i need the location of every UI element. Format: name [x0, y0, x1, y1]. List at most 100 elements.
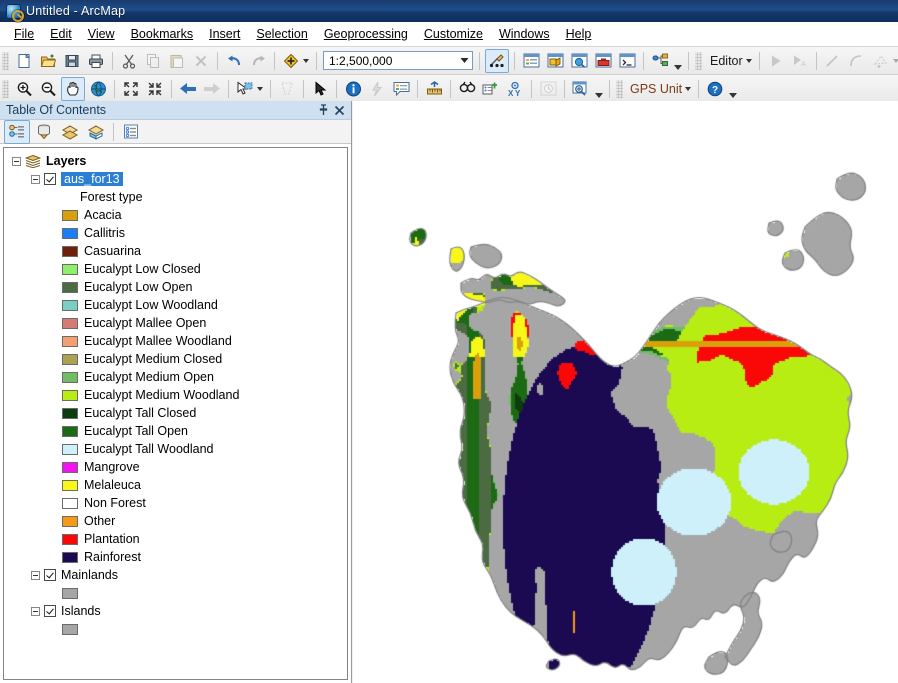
measure-icon[interactable]	[423, 78, 445, 100]
go-back-extent-icon[interactable]	[177, 78, 199, 100]
menu-file[interactable]: File	[6, 24, 42, 44]
menu-edit[interactable]: Edit	[42, 24, 80, 44]
legend-item[interactable]: Plantation	[4, 530, 347, 548]
legend-item[interactable]: Eucalypt Mallee Open	[4, 314, 347, 332]
help-icon[interactable]: ?	[704, 78, 726, 100]
tools-toolbar-grip[interactable]	[2, 79, 9, 98]
map-raster-canvas[interactable]	[353, 101, 898, 683]
legend-item[interactable]: Non Forest	[4, 494, 347, 512]
open-icon[interactable]	[37, 50, 59, 72]
arctoolbox-icon[interactable]	[592, 50, 614, 72]
list-by-visibility-icon[interactable]	[58, 121, 82, 143]
layer-visibility-checkbox[interactable]	[44, 173, 56, 185]
menu-bookmarks[interactable]: Bookmarks	[123, 24, 202, 44]
expander-icon[interactable]	[31, 570, 40, 580]
search-icon[interactable]	[568, 50, 590, 72]
toc-layer-islands[interactable]: Islands	[4, 602, 347, 620]
select-features-dropdown-icon[interactable]	[257, 86, 263, 91]
toolbar-grip[interactable]	[2, 51, 9, 70]
menu-help[interactable]: Help	[558, 24, 600, 44]
legend-item[interactable]: Mangrove	[4, 458, 347, 476]
layer-visibility-checkbox[interactable]	[44, 605, 56, 617]
legend-item[interactable]: Eucalypt Medium Closed	[4, 350, 347, 368]
undo-icon[interactable]	[223, 50, 245, 72]
construction-tool-icon[interactable]	[870, 50, 892, 72]
table-of-contents-icon[interactable]	[520, 50, 542, 72]
menu-view[interactable]: View	[80, 24, 123, 44]
legend-item[interactable]: Eucalypt Tall Closed	[4, 404, 347, 422]
toc-root-layers[interactable]: Layers	[4, 152, 347, 170]
legend-item[interactable]: Eucalypt Medium Woodland	[4, 386, 347, 404]
toc-tree[interactable]: Layers aus_for13 Forest type Acacia Call…	[3, 147, 348, 680]
python-window-icon[interactable]	[616, 50, 638, 72]
catalog-icon[interactable]	[544, 50, 566, 72]
map-scale-combo[interactable]: 1:2,500,000	[323, 51, 473, 70]
legend-item[interactable]	[4, 584, 347, 602]
legend-item[interactable]: Eucalypt Medium Open	[4, 368, 347, 386]
list-by-source-icon[interactable]	[32, 121, 56, 143]
tools-toolbar-overflow[interactable]	[593, 78, 605, 100]
close-icon[interactable]	[331, 103, 347, 118]
legend-item[interactable]: Eucalypt Mallee Woodland	[4, 332, 347, 350]
layer-visibility-checkbox[interactable]	[44, 569, 56, 581]
editor-menu[interactable]: Editor	[705, 54, 746, 68]
legend-item[interactable]: Eucalypt Low Closed	[4, 260, 347, 278]
hyperlink-icon[interactable]	[366, 78, 388, 100]
gps-unit-dropdown-icon[interactable]	[685, 86, 692, 91]
save-icon[interactable]	[61, 50, 83, 72]
full-extent-icon[interactable]	[87, 78, 109, 100]
standard-toolbar-overflow[interactable]	[672, 50, 684, 72]
expander-icon[interactable]	[12, 156, 21, 166]
paste-icon[interactable]	[166, 50, 188, 72]
select-features-icon[interactable]	[234, 78, 256, 100]
edit-tool-icon[interactable]	[765, 50, 787, 72]
edit-graph-icon[interactable]	[485, 48, 509, 73]
legend-item[interactable]: Acacia	[4, 206, 347, 224]
pin-icon[interactable]	[315, 103, 331, 118]
editor-dropdown-icon[interactable]	[745, 58, 752, 63]
map-scale-value[interactable]: 1:2,500,000	[324, 54, 456, 68]
add-data-icon[interactable]	[280, 50, 302, 72]
zoom-in-icon[interactable]	[13, 78, 35, 100]
find-icon[interactable]	[456, 78, 478, 100]
zoom-out-icon[interactable]	[37, 78, 59, 100]
gps-toolbar-overflow[interactable]	[727, 78, 739, 100]
legend-item[interactable]	[4, 620, 347, 638]
expander-icon[interactable]	[31, 606, 40, 616]
legend-item[interactable]: Callitris	[4, 224, 347, 242]
copy-icon[interactable]	[142, 50, 164, 72]
map-data-frame[interactable]	[352, 101, 898, 683]
fixed-zoom-in-icon[interactable]	[120, 78, 142, 100]
gps-unit-menu[interactable]: GPS Unit	[626, 82, 685, 96]
select-elements-icon[interactable]	[309, 78, 331, 100]
legend-item[interactable]: Eucalypt Low Woodland	[4, 296, 347, 314]
legend-item[interactable]: Eucalypt Tall Woodland	[4, 440, 347, 458]
new-map-icon[interactable]	[13, 50, 35, 72]
legend-item[interactable]: Eucalypt Tall Open	[4, 422, 347, 440]
cut-icon[interactable]	[118, 50, 140, 72]
go-to-xy-icon[interactable]: XY	[504, 78, 526, 100]
clear-selection-icon[interactable]	[276, 78, 298, 100]
edit-annotation-icon[interactable]: A	[789, 50, 811, 72]
legend-item[interactable]: Other	[4, 512, 347, 530]
print-icon[interactable]	[85, 50, 107, 72]
identify-icon[interactable]	[342, 78, 364, 100]
expander-icon[interactable]	[31, 174, 40, 184]
go-forward-extent-icon[interactable]	[201, 78, 223, 100]
legend-item[interactable]: Rainforest	[4, 548, 347, 566]
create-viewer-window-icon[interactable]	[570, 78, 592, 100]
html-popup-icon[interactable]	[390, 78, 412, 100]
construction-dropdown-icon[interactable]	[892, 58, 898, 63]
map-scale-dropdown-icon[interactable]	[456, 52, 472, 69]
straight-segment-icon[interactable]	[822, 50, 844, 72]
legend-item[interactable]: Melaleuca	[4, 476, 347, 494]
time-slider-icon[interactable]	[537, 78, 559, 100]
model-builder-icon[interactable]	[649, 50, 671, 72]
find-route-icon[interactable]	[480, 78, 502, 100]
pan-icon[interactable]	[61, 76, 85, 101]
toc-layer-mainlands[interactable]: Mainlands	[4, 566, 347, 584]
menu-selection[interactable]: Selection	[248, 24, 315, 44]
fixed-zoom-out-icon[interactable]	[144, 78, 166, 100]
arc-segment-icon[interactable]	[846, 50, 868, 72]
legend-item[interactable]: Eucalypt Low Open	[4, 278, 347, 296]
